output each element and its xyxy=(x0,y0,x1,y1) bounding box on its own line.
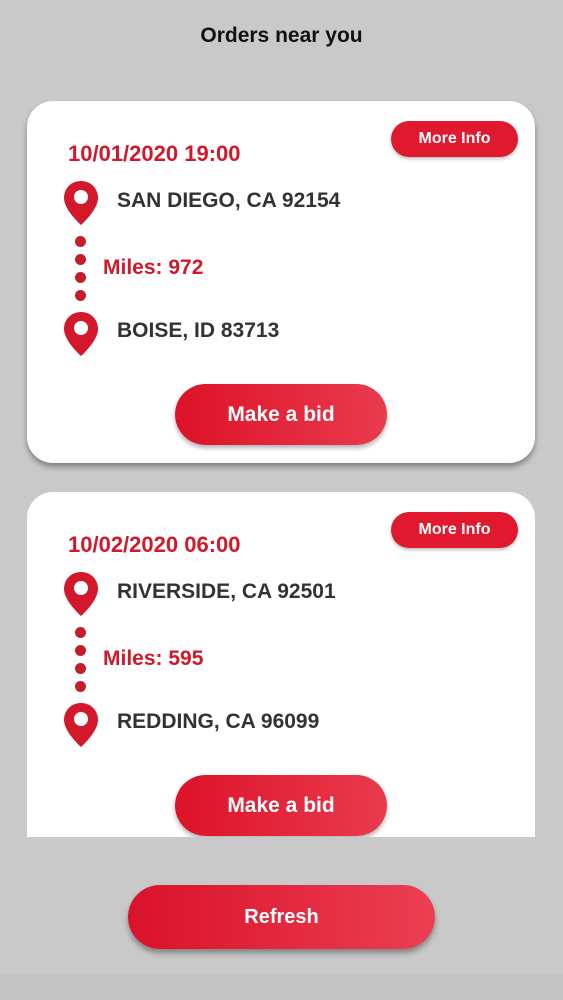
location-pin-icon xyxy=(64,181,98,225)
origin-location: SAN DIEGO, CA 92154 xyxy=(117,189,341,212)
location-pin-icon xyxy=(64,572,98,616)
origin-location: RIVERSIDE, CA 92501 xyxy=(117,580,336,603)
location-pin-icon xyxy=(64,312,98,356)
miles-label: Miles: 972 xyxy=(103,256,204,279)
more-info-button[interactable]: More Info xyxy=(391,512,518,548)
location-pin-icon xyxy=(64,703,98,747)
route-dots xyxy=(75,236,87,304)
refresh-button[interactable]: Refresh xyxy=(128,885,435,949)
page-title: Orders near you xyxy=(200,24,363,47)
order-card: More Info 10/02/2020 06:00 RIVERSIDE, CA… xyxy=(27,492,535,837)
destination-location: REDDING, CA 96099 xyxy=(117,710,320,733)
miles-label: Miles: 595 xyxy=(103,647,204,670)
order-date: 10/02/2020 06:00 xyxy=(68,532,241,557)
route-dots xyxy=(75,627,87,695)
make-bid-button[interactable]: Make a bid xyxy=(175,775,387,836)
more-info-button[interactable]: More Info xyxy=(391,121,518,157)
bottom-bar xyxy=(0,975,563,1000)
order-card: More Info 10/01/2020 19:00 SAN DIEGO, CA… xyxy=(27,101,535,463)
make-bid-button[interactable]: Make a bid xyxy=(175,384,387,445)
destination-location: BOISE, ID 83713 xyxy=(117,319,280,342)
order-date: 10/01/2020 19:00 xyxy=(68,141,241,166)
